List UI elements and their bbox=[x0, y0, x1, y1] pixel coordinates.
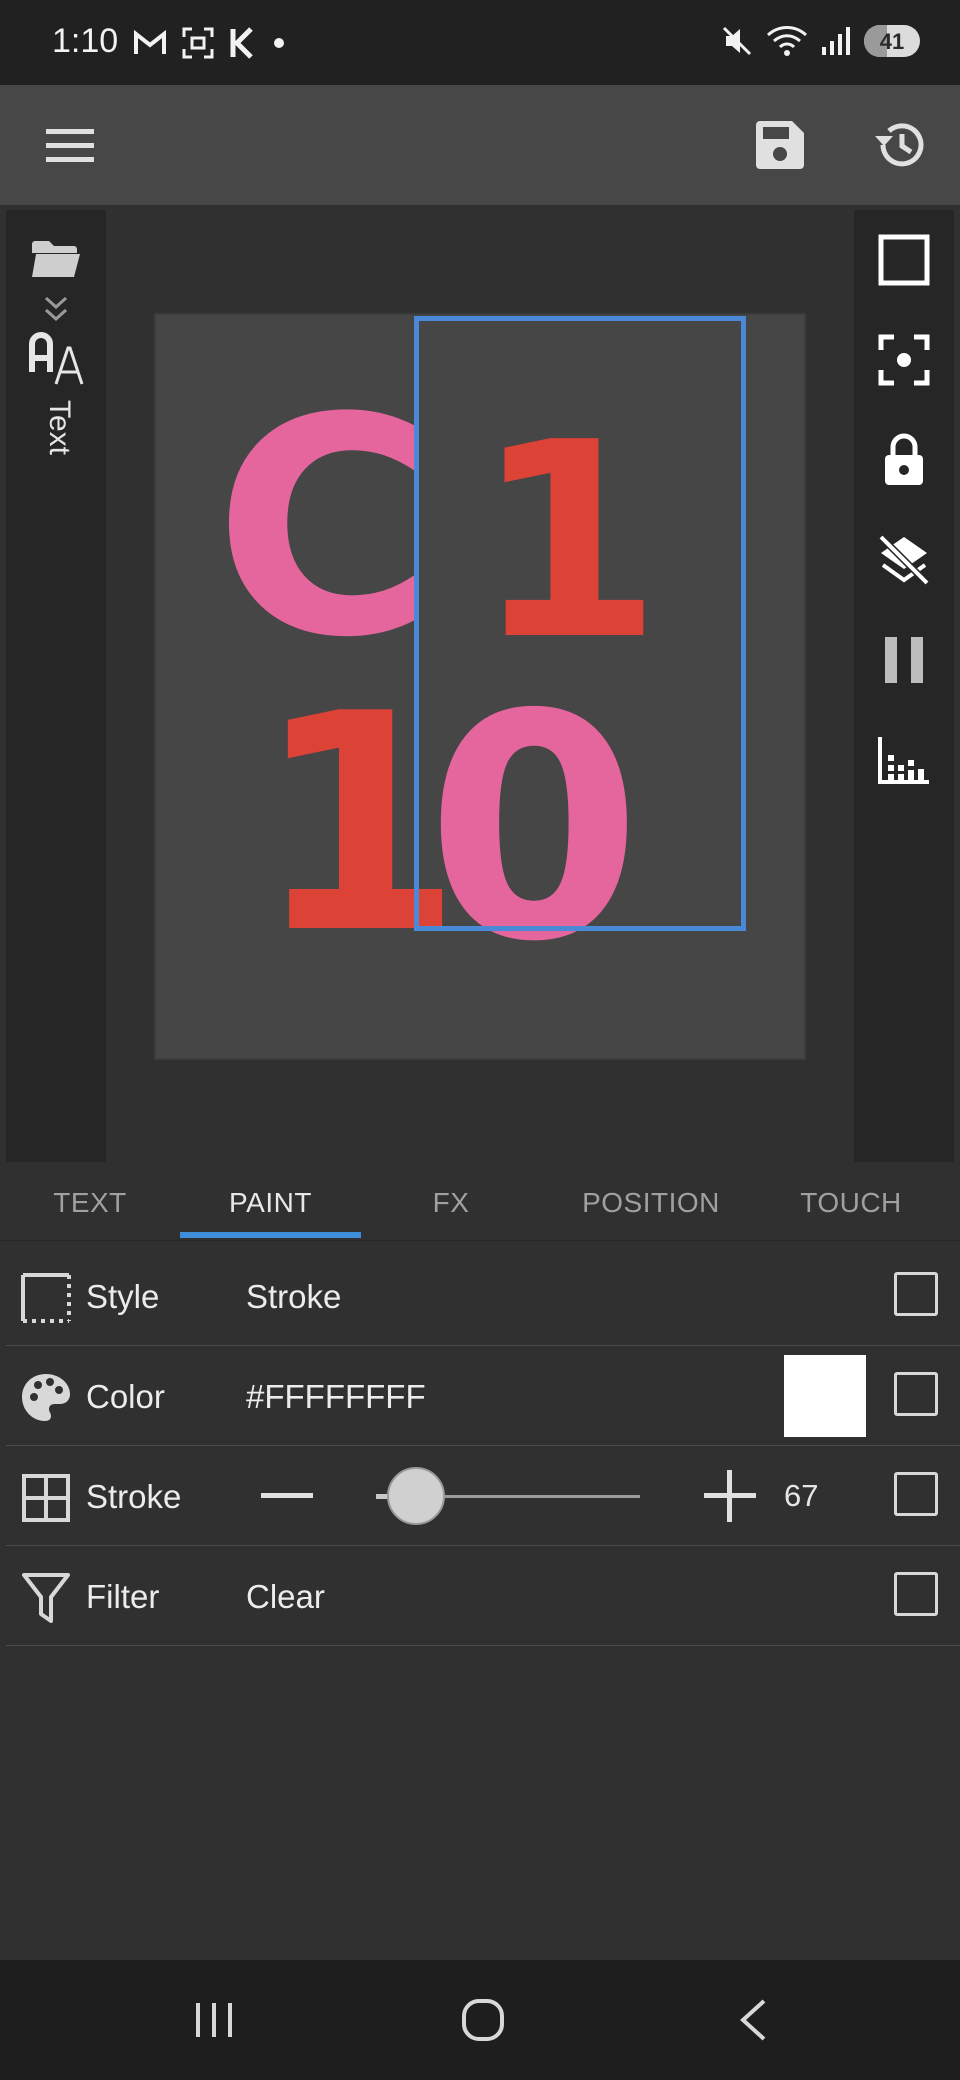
lock-button[interactable] bbox=[854, 432, 954, 488]
art-char-c[interactable]: C bbox=[214, 379, 434, 679]
history-button[interactable] bbox=[865, 110, 935, 180]
hamburger-menu-icon bbox=[46, 129, 94, 162]
color-value[interactable]: #FFFFFFFF bbox=[246, 1378, 426, 1416]
text-tool-label: Text bbox=[43, 400, 76, 456]
focus-center-icon bbox=[878, 334, 930, 386]
filter-row[interactable]: Filter Clear bbox=[6, 1546, 960, 1646]
recents-icon bbox=[196, 2003, 232, 2037]
right-tool-rail bbox=[854, 210, 954, 1162]
color-checkbox[interactable] bbox=[894, 1372, 938, 1416]
stroke-label: Stroke bbox=[86, 1478, 182, 1515]
wifi-icon bbox=[766, 26, 808, 56]
filter-value[interactable]: Clear bbox=[246, 1578, 325, 1616]
selection-box[interactable] bbox=[414, 316, 746, 931]
pause-icon bbox=[885, 637, 923, 683]
focus-center-button[interactable] bbox=[854, 332, 954, 388]
dot-icon bbox=[274, 38, 284, 48]
save-button[interactable] bbox=[745, 110, 815, 180]
stroke-slider-thumb[interactable] bbox=[386, 1467, 445, 1525]
app-bar bbox=[0, 85, 960, 205]
status-time: 1:10 bbox=[52, 22, 119, 60]
pause-button[interactable] bbox=[854, 632, 954, 688]
filter-funnel-icon bbox=[18, 1570, 74, 1626]
screenshot-icon bbox=[182, 27, 214, 59]
back-button[interactable] bbox=[713, 1985, 793, 2055]
plus-icon bbox=[704, 1470, 756, 1522]
save-floppy-icon bbox=[756, 121, 804, 169]
filter-checkbox[interactable] bbox=[894, 1572, 938, 1616]
color-label: Color bbox=[86, 1378, 165, 1415]
k-app-icon bbox=[230, 27, 253, 59]
mute-icon bbox=[722, 26, 752, 56]
style-row[interactable]: Style Stroke bbox=[6, 1246, 960, 1346]
property-tabs: TEXT PAINT FX POSITION TOUCH bbox=[0, 1165, 960, 1241]
notification-icons bbox=[133, 26, 289, 60]
active-tab-indicator bbox=[180, 1232, 361, 1238]
stroke-slider[interactable] bbox=[376, 1467, 640, 1525]
status-bar: 1:10 41 bbox=[0, 0, 960, 85]
menu-button[interactable] bbox=[35, 110, 105, 180]
chevron-down-double-icon bbox=[44, 296, 68, 322]
system-nav-bar bbox=[0, 1960, 960, 2080]
signal-icon bbox=[822, 27, 850, 55]
style-icon bbox=[18, 1270, 74, 1326]
home-button[interactable] bbox=[443, 1985, 523, 2055]
square-outline-icon bbox=[878, 234, 930, 286]
stroke-increase-button[interactable] bbox=[698, 1464, 762, 1528]
gmail-icon bbox=[134, 29, 166, 54]
font-size-icon bbox=[29, 332, 84, 385]
color-swatch[interactable] bbox=[784, 1355, 866, 1437]
layers-off-button[interactable] bbox=[854, 532, 954, 588]
history-icon bbox=[875, 123, 924, 167]
stroke-value: 67 bbox=[784, 1478, 819, 1513]
recents-button[interactable] bbox=[174, 1985, 254, 2055]
style-label: Style bbox=[86, 1278, 160, 1315]
left-tool-rail: Text bbox=[6, 210, 106, 1162]
color-row[interactable]: Color #FFFFFFFF bbox=[6, 1346, 960, 1446]
tab-position[interactable]: POSITION bbox=[541, 1165, 761, 1241]
frame-toggle-button[interactable] bbox=[854, 232, 954, 288]
stroke-checkbox[interactable] bbox=[894, 1472, 938, 1516]
system-icons: 41 bbox=[720, 24, 920, 58]
folder-icon bbox=[32, 241, 80, 277]
tab-paint[interactable]: PAINT bbox=[180, 1165, 361, 1241]
battery-text: 41 bbox=[879, 29, 905, 54]
palette-icon bbox=[18, 1370, 74, 1426]
home-icon bbox=[462, 1999, 504, 2041]
style-checkbox[interactable] bbox=[894, 1272, 938, 1316]
filter-label: Filter bbox=[86, 1578, 160, 1615]
back-chevron-icon bbox=[740, 1999, 766, 2041]
stroke-decrease-button[interactable] bbox=[255, 1464, 319, 1528]
tab-fx[interactable]: FX bbox=[361, 1165, 541, 1241]
style-value[interactable]: Stroke bbox=[246, 1278, 341, 1316]
minus-icon bbox=[261, 1493, 313, 1498]
stroke-row: Stroke 67 bbox=[6, 1446, 960, 1546]
grid-icon bbox=[18, 1470, 74, 1526]
text-tool-button[interactable] bbox=[6, 332, 106, 386]
audio-spectrum-button[interactable] bbox=[854, 732, 954, 788]
tab-text[interactable]: TEXT bbox=[0, 1165, 180, 1241]
open-folder-button[interactable] bbox=[6, 238, 106, 280]
expand-chevron-button[interactable] bbox=[6, 294, 106, 324]
layers-off-icon bbox=[878, 534, 930, 586]
bar-chart-icon bbox=[878, 737, 929, 784]
lock-icon bbox=[885, 433, 923, 485]
tab-touch[interactable]: TOUCH bbox=[761, 1165, 941, 1241]
battery-indicator: 41 bbox=[864, 25, 920, 57]
